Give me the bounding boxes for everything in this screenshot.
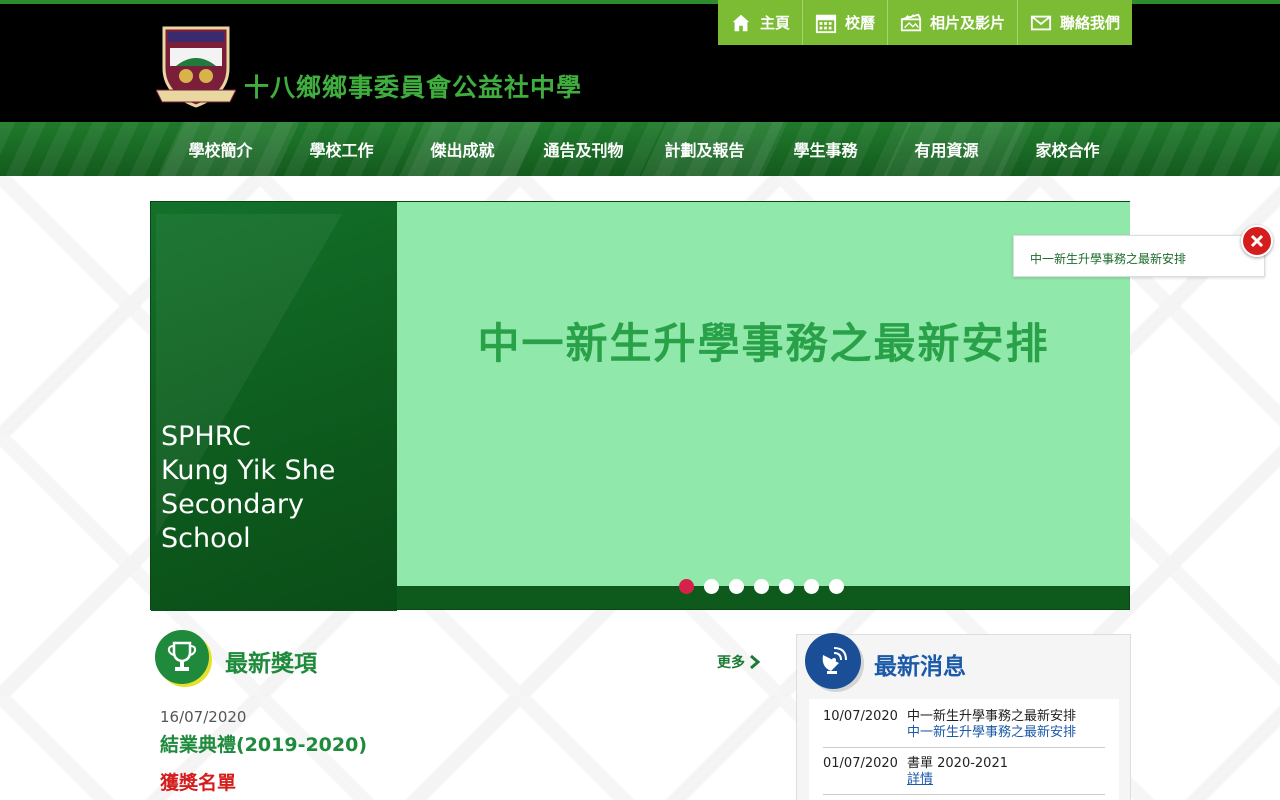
latest-awards-section: 最新獎項 更多 16/07/2020 結業典禮(2019-2020) 獲獎名單 [155, 630, 775, 800]
announcement-popup: 中一新生升學事務之最新安排 [1013, 235, 1265, 277]
school-crest-logo[interactable] [155, 24, 237, 108]
news-item: 01/07/2020 書單 2020-2021 詳情 [823, 756, 1105, 795]
nav-item-notices[interactable]: 通告及刊物 [523, 122, 644, 176]
news-date: 10/07/2020 [823, 709, 898, 724]
toolbar-home-label: 主頁 [760, 14, 791, 32]
carousel-dot[interactable] [779, 579, 794, 594]
news-list: 10/07/2020 中一新生升學事務之最新安排 中一新生升學事務之最新安排 0… [809, 699, 1119, 800]
news-item-link[interactable]: 詳情 [907, 772, 1008, 788]
nav-item-student-affairs[interactable]: 學生事務 [765, 122, 886, 176]
more-label: 更多 [717, 655, 745, 671]
main-nav: 學校簡介 學校工作 傑出成就 通告及刊物 計劃及報告 學生事務 有用資源 家校合… [0, 122, 1280, 176]
slide-title: 中一新生升學事務之最新安排 [477, 319, 1050, 368]
photo-video-icon [900, 13, 922, 31]
banner-carousel: SPHRC Kung Yik She Secondary School 中一新生升學事… [150, 201, 1130, 611]
toolbar-photo-video-button[interactable]: 相片及影片 [888, 0, 1019, 45]
news-item-title: 書單 2020-2021 [907, 756, 1008, 771]
awards-title: 最新獎項 [225, 651, 317, 677]
chevron-right-icon [750, 654, 761, 670]
carousel-dots [679, 579, 844, 594]
popup-close-button[interactable] [1241, 225, 1273, 257]
toolbar-home-button[interactable]: 主頁 [718, 0, 804, 45]
news-date: 01/07/2020 [823, 756, 898, 771]
nav-item-resources[interactable]: 有用資源 [886, 122, 1007, 176]
nav-item-home-school[interactable]: 家校合作 [1007, 122, 1128, 176]
carousel-dot[interactable] [729, 579, 744, 594]
nav-item-achievements[interactable]: 傑出成就 [402, 122, 523, 176]
toolbar-calendar-button[interactable]: 校曆 [803, 0, 889, 45]
news-item: 10/07/2020 中一新生升學事務之最新安排 中一新生升學事務之最新安排 [823, 709, 1105, 748]
toolbar-calendar-label: 校曆 [845, 14, 876, 32]
home-icon [732, 14, 750, 31]
school-english-name: SPHRC Kung Yik She Secondary School [161, 421, 336, 554]
carousel-dot[interactable] [704, 579, 719, 594]
news-item-title: 中一新生升學事務之最新安排 [907, 709, 1077, 724]
banner-side-panel: SPHRC Kung Yik She Secondary School [151, 202, 397, 611]
toolbar-contact-label: 聯絡我們 [1060, 14, 1121, 32]
award-list-link[interactable]: 獲獎名單 [160, 768, 236, 795]
carousel-dot[interactable] [754, 579, 769, 594]
satellite-dish-icon [805, 633, 861, 689]
trophy-icon [155, 630, 209, 684]
calendar-icon [815, 14, 837, 33]
nav-item-school-work[interactable]: 學校工作 [281, 122, 402, 176]
awards-more-link[interactable]: 更多 [717, 652, 761, 672]
top-toolbar: 主頁 校曆 相片及影片 聯絡我們 [718, 0, 1133, 45]
nav-item-school-intro[interactable]: 學校簡介 [160, 122, 281, 176]
carousel-dot[interactable] [829, 579, 844, 594]
news-title: 最新消息 [874, 654, 966, 680]
nav-item-plans-reports[interactable]: 計劃及報告 [644, 122, 765, 176]
news-item-link[interactable]: 中一新生升學事務之最新安排 [907, 725, 1076, 741]
carousel-dot[interactable] [679, 579, 694, 594]
close-icon [1250, 234, 1264, 248]
popup-announcement-link[interactable]: 中一新生升學事務之最新安排 [1030, 250, 1186, 267]
award-date: 16/07/2020 [160, 708, 247, 726]
toolbar-contact-button[interactable]: 聯絡我們 [1018, 0, 1132, 45]
school-name[interactable]: 十八鄉鄉事委員會公益社中學 [244, 68, 582, 104]
toolbar-photo-video-label: 相片及影片 [930, 14, 1006, 32]
award-name-link[interactable]: 結業典禮(2019-2020) [160, 730, 367, 757]
latest-news-section: 最新消息 10/07/2020 中一新生升學事務之最新安排 中一新生升學事務之最… [796, 633, 1131, 800]
mail-icon [1030, 15, 1052, 30]
carousel-dot[interactable] [804, 579, 819, 594]
